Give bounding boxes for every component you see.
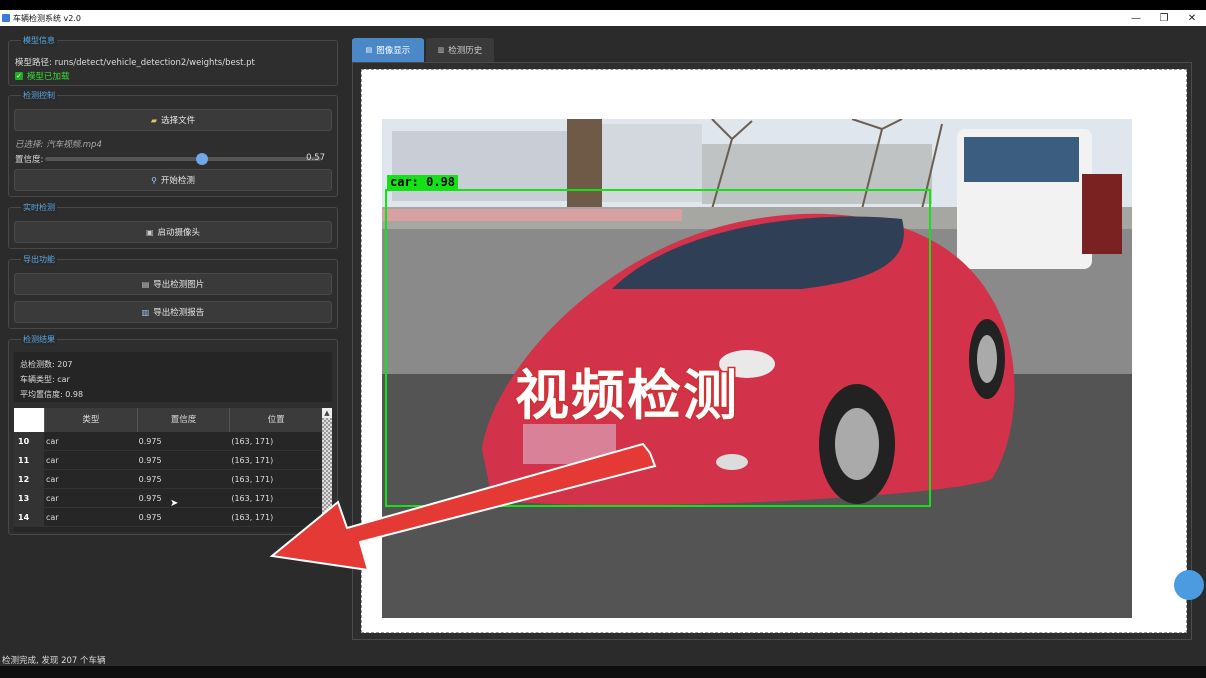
group-title: 检测控制	[21, 90, 57, 101]
table-corner[interactable]	[14, 408, 44, 432]
cell-type: car	[46, 494, 59, 503]
folder-icon: ▰	[150, 115, 158, 125]
model-loaded-checkbox[interactable]: ✓ 模型已加载	[15, 70, 70, 82]
image-display-panel: car: 0.98 视频检测	[352, 62, 1192, 640]
export-report-label: 导出检测报告	[153, 308, 205, 318]
export-image-label: 导出检测图片	[153, 280, 205, 290]
row-number: 12	[14, 470, 44, 488]
cell-type: car	[46, 513, 59, 522]
results-table[interactable]: 类型 置信度 位置 10 car 0.975 (163, 171) 11 car…	[14, 408, 332, 532]
total-count-text: 总检测数: 207	[20, 360, 73, 369]
slider-handle[interactable]	[196, 153, 209, 165]
table-row[interactable]: 13 car 0.975 (163, 171)	[14, 489, 322, 508]
taskbar-strip	[0, 666, 1206, 678]
cell-position: (163, 171)	[231, 494, 274, 503]
main-window: 模型信息 模型路径: runs/detect/vehicle_detection…	[0, 26, 1206, 666]
cell-confidence: 0.975	[138, 437, 162, 446]
cell-position: (163, 171)	[231, 437, 274, 446]
row-number: 10	[14, 432, 44, 450]
detection-label: car: 0.98	[387, 175, 459, 190]
row-number: 11	[14, 451, 44, 469]
table-row[interactable]: 10 car 0.975 (163, 171)	[14, 432, 322, 451]
vehicle-type-text: 车辆类型: car	[20, 375, 70, 384]
group-title: 导出功能	[21, 254, 57, 265]
cell-position: (163, 171)	[231, 513, 274, 522]
minimize-icon[interactable]: —	[1122, 13, 1150, 24]
select-file-label: 选择文件	[161, 116, 196, 126]
table-row[interactable]: 12 car 0.975 (163, 171)	[14, 470, 322, 489]
export-image-button[interactable]: ▤ 导出检测图片	[14, 273, 332, 295]
restore-icon[interactable]: ❐	[1150, 13, 1178, 24]
license-plate-blur	[523, 424, 616, 464]
start-detection-button[interactable]: ⚲ 开始检测	[14, 169, 332, 191]
row-number: 14	[14, 508, 44, 526]
history-icon: ▥	[437, 46, 445, 54]
cell-type: car	[46, 475, 59, 484]
avg-confidence-text: 平均置信度: 0.98	[20, 390, 84, 399]
table-scrollbar[interactable]: ▲	[322, 408, 332, 532]
column-header-type[interactable]: 类型	[44, 408, 137, 432]
detection-image: car: 0.98 视频检测	[382, 119, 1132, 618]
row-number: 13	[14, 489, 44, 507]
tab-detection-history[interactable]: ▥ 检测历史	[426, 38, 494, 62]
cell-position: (163, 171)	[231, 456, 274, 465]
overlay-caption: 视频检测	[514, 363, 739, 429]
check-icon: ✓	[15, 72, 23, 80]
table-row[interactable]: 11 car 0.975 (163, 171)	[14, 451, 322, 470]
mouse-cursor-icon: ➤	[170, 498, 179, 509]
cell-confidence: 0.975	[138, 475, 162, 484]
image-icon: ▤	[141, 279, 150, 289]
window-title: 车辆检测系统 v2.0	[13, 13, 81, 23]
app-icon	[2, 14, 10, 22]
tab-image-display[interactable]: ▤ 图像显示	[352, 38, 424, 62]
group-title: 实时检测	[21, 202, 57, 213]
start-detection-label: 开始检测	[160, 176, 195, 186]
cell-position: (163, 171)	[231, 475, 274, 484]
group-title: 检测结果	[21, 334, 57, 345]
search-icon: ⚲	[151, 175, 157, 185]
realtime-detection-group: 实时检测 ▣ 启动摄像头	[8, 202, 338, 249]
tab-label: 检测历史	[448, 46, 483, 56]
confidence-value: 0.57	[306, 153, 325, 163]
table-header: 类型 置信度 位置	[14, 408, 322, 432]
image-canvas: car: 0.98 视频检测	[361, 69, 1187, 633]
floating-action-button[interactable]	[1174, 570, 1204, 600]
confidence-slider[interactable]	[45, 153, 321, 165]
detection-bounding-box: car: 0.98	[385, 175, 931, 507]
model-info-group: 模型信息 模型路径: runs/detect/vehicle_detection…	[8, 35, 338, 86]
confidence-label: 置信度:	[15, 155, 44, 165]
model-loaded-label: 模型已加载	[27, 72, 70, 82]
window-title-bar: 车辆检测系统 v2.0 — ❐ ✕	[0, 10, 1206, 26]
cell-type: car	[46, 437, 59, 446]
table-row[interactable]: 14 car 0.975 (163, 171)	[14, 508, 322, 527]
camera-icon: ▣	[145, 227, 154, 237]
model-path-text: 模型路径: runs/detect/vehicle_detection2/wei…	[15, 58, 255, 68]
start-camera-button[interactable]: ▣ 启动摄像头	[14, 221, 332, 243]
selected-file-text: 已选择: 汽车视频.mp4	[15, 140, 102, 150]
start-camera-label: 启动摄像头	[157, 228, 201, 238]
detection-control-group: 检测控制 ▰ 选择文件 已选择: 汽车视频.mp4 置信度: 0.57 ⚲ 开始…	[8, 90, 338, 197]
image-icon: ▤	[365, 46, 373, 54]
export-report-button[interactable]: ▥ 导出检测报告	[14, 301, 332, 323]
column-header-confidence[interactable]: 置信度	[136, 408, 230, 432]
cell-type: car	[46, 456, 59, 465]
results-summary: 总检测数: 207 车辆类型: car 平均置信度: 0.98	[14, 352, 332, 402]
cell-confidence: 0.975	[138, 494, 162, 503]
close-icon[interactable]: ✕	[1178, 13, 1206, 24]
tab-label: 图像显示	[376, 46, 411, 56]
chart-icon: ▥	[141, 307, 150, 317]
group-title: 模型信息	[21, 35, 57, 46]
cell-confidence: 0.975	[138, 513, 162, 522]
status-bar: 检测完成, 发现 207 个车辆	[2, 656, 106, 666]
export-group: 导出功能 ▤ 导出检测图片 ▥ 导出检测报告	[8, 254, 338, 329]
cell-confidence: 0.975	[138, 456, 162, 465]
scroll-up-icon[interactable]: ▲	[322, 408, 332, 418]
column-header-position[interactable]: 位置	[229, 408, 322, 432]
select-file-button[interactable]: ▰ 选择文件	[14, 109, 332, 131]
